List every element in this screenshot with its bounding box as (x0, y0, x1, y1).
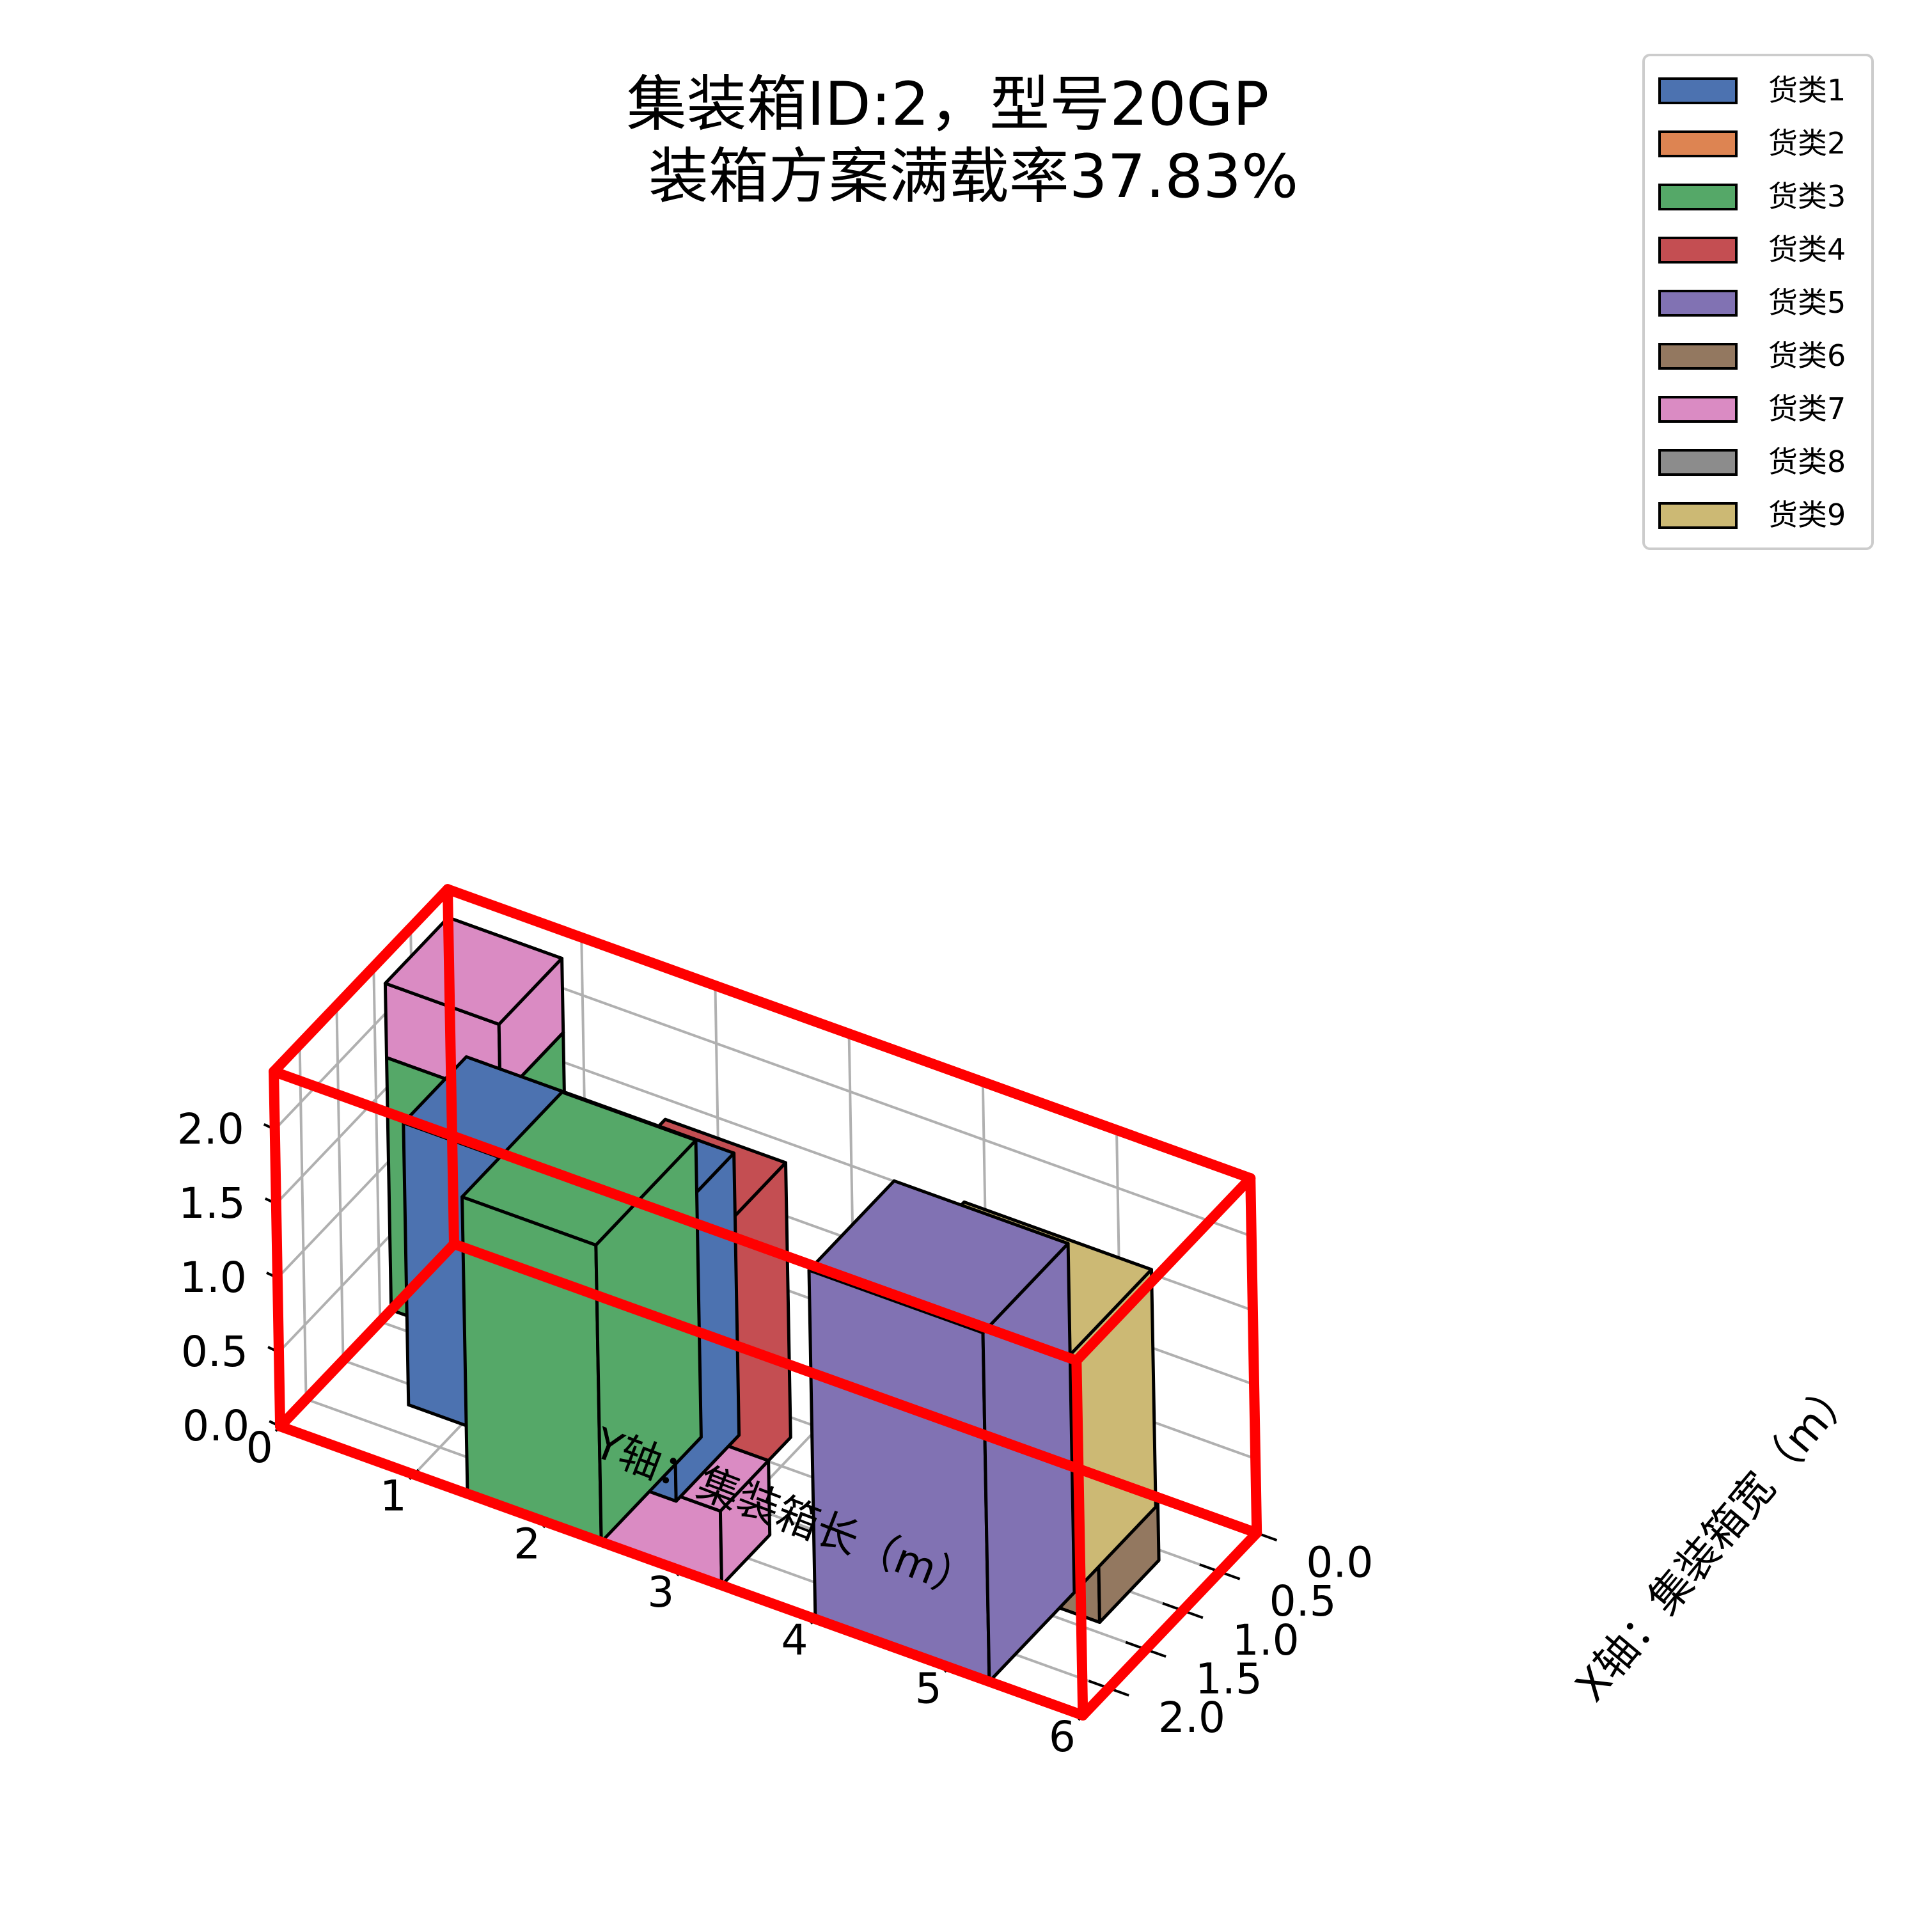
legend-label: 货类9 (1768, 498, 1846, 532)
container-edge (443, 884, 459, 1249)
legend-swatch (1658, 290, 1738, 317)
cargo-box (807, 1179, 1076, 1683)
y-tick-label: 1 (380, 1471, 407, 1520)
cargo-box-face (460, 1195, 603, 1544)
chart-title: 集装箱ID:2，型号20GP 装箱方案满载率37.83% (627, 70, 1299, 212)
legend-swatch (1658, 237, 1738, 264)
legend-swatch (1658, 343, 1738, 370)
legend-label: 货类2 (1768, 126, 1846, 161)
z-tick-label: 1.5 (178, 1179, 246, 1228)
cargo-box-face (807, 1268, 991, 1683)
legend-label: 货类7 (1768, 391, 1846, 426)
y-tick-label: 2 (514, 1520, 540, 1569)
chart-title-line-1: 集装箱ID:2，型号20GP (627, 70, 1269, 139)
legend-label: 货类4 (1768, 232, 1846, 267)
container-3d-chart: 集装箱ID:2，型号20GP 装箱方案满载率37.83% 0 1 2 3 4 5 6 0.0 0… (177, 54, 1874, 1761)
container-edge (269, 1066, 286, 1432)
legend-label: 货类8 (1768, 445, 1846, 479)
x-tick-label: 2.0 (1158, 1693, 1225, 1742)
y-tick-label: 3 (647, 1568, 674, 1617)
y-tick-label: 6 (1049, 1712, 1076, 1761)
chart-area: 集装箱ID:2，型号20GP 装箱方案满载率37.83% 0 1 2 3 4 5 6 0.0 0… (0, 0, 1932, 1919)
y-tick-label: 4 (781, 1616, 808, 1665)
chart-title-line-2: 装箱方案满载率37.83% (648, 142, 1298, 212)
legend-swatch (1658, 184, 1738, 210)
legend-label: 货类3 (1768, 179, 1846, 214)
legend-swatch (1658, 77, 1738, 104)
legend-label: 货类5 (1768, 285, 1846, 320)
z-tick-label: 0.0 (182, 1401, 249, 1451)
x-axis-label: X轴：集装箱宽（m） (1566, 1367, 1865, 1711)
z-tick-label: 1.0 (180, 1253, 247, 1302)
container-edge (1245, 1173, 1262, 1538)
legend-label: 货类1 (1768, 73, 1846, 107)
legend-swatch (1658, 396, 1738, 423)
y-tick-label: 5 (915, 1664, 942, 1713)
legend-swatch (1658, 449, 1738, 476)
container-edge (1071, 1355, 1088, 1721)
legend: 货类1 货类2 货类3 货类4 货类5 货类6 货类7 货类8 货类9 (1642, 54, 1874, 550)
z-tick-label: 0.5 (181, 1327, 248, 1376)
legend-swatch (1658, 130, 1738, 157)
legend-swatch (1658, 502, 1738, 529)
z-tick-label: 2.0 (177, 1105, 244, 1154)
y-tick-label: 0 (246, 1423, 273, 1472)
legend-label: 货类6 (1768, 338, 1846, 373)
